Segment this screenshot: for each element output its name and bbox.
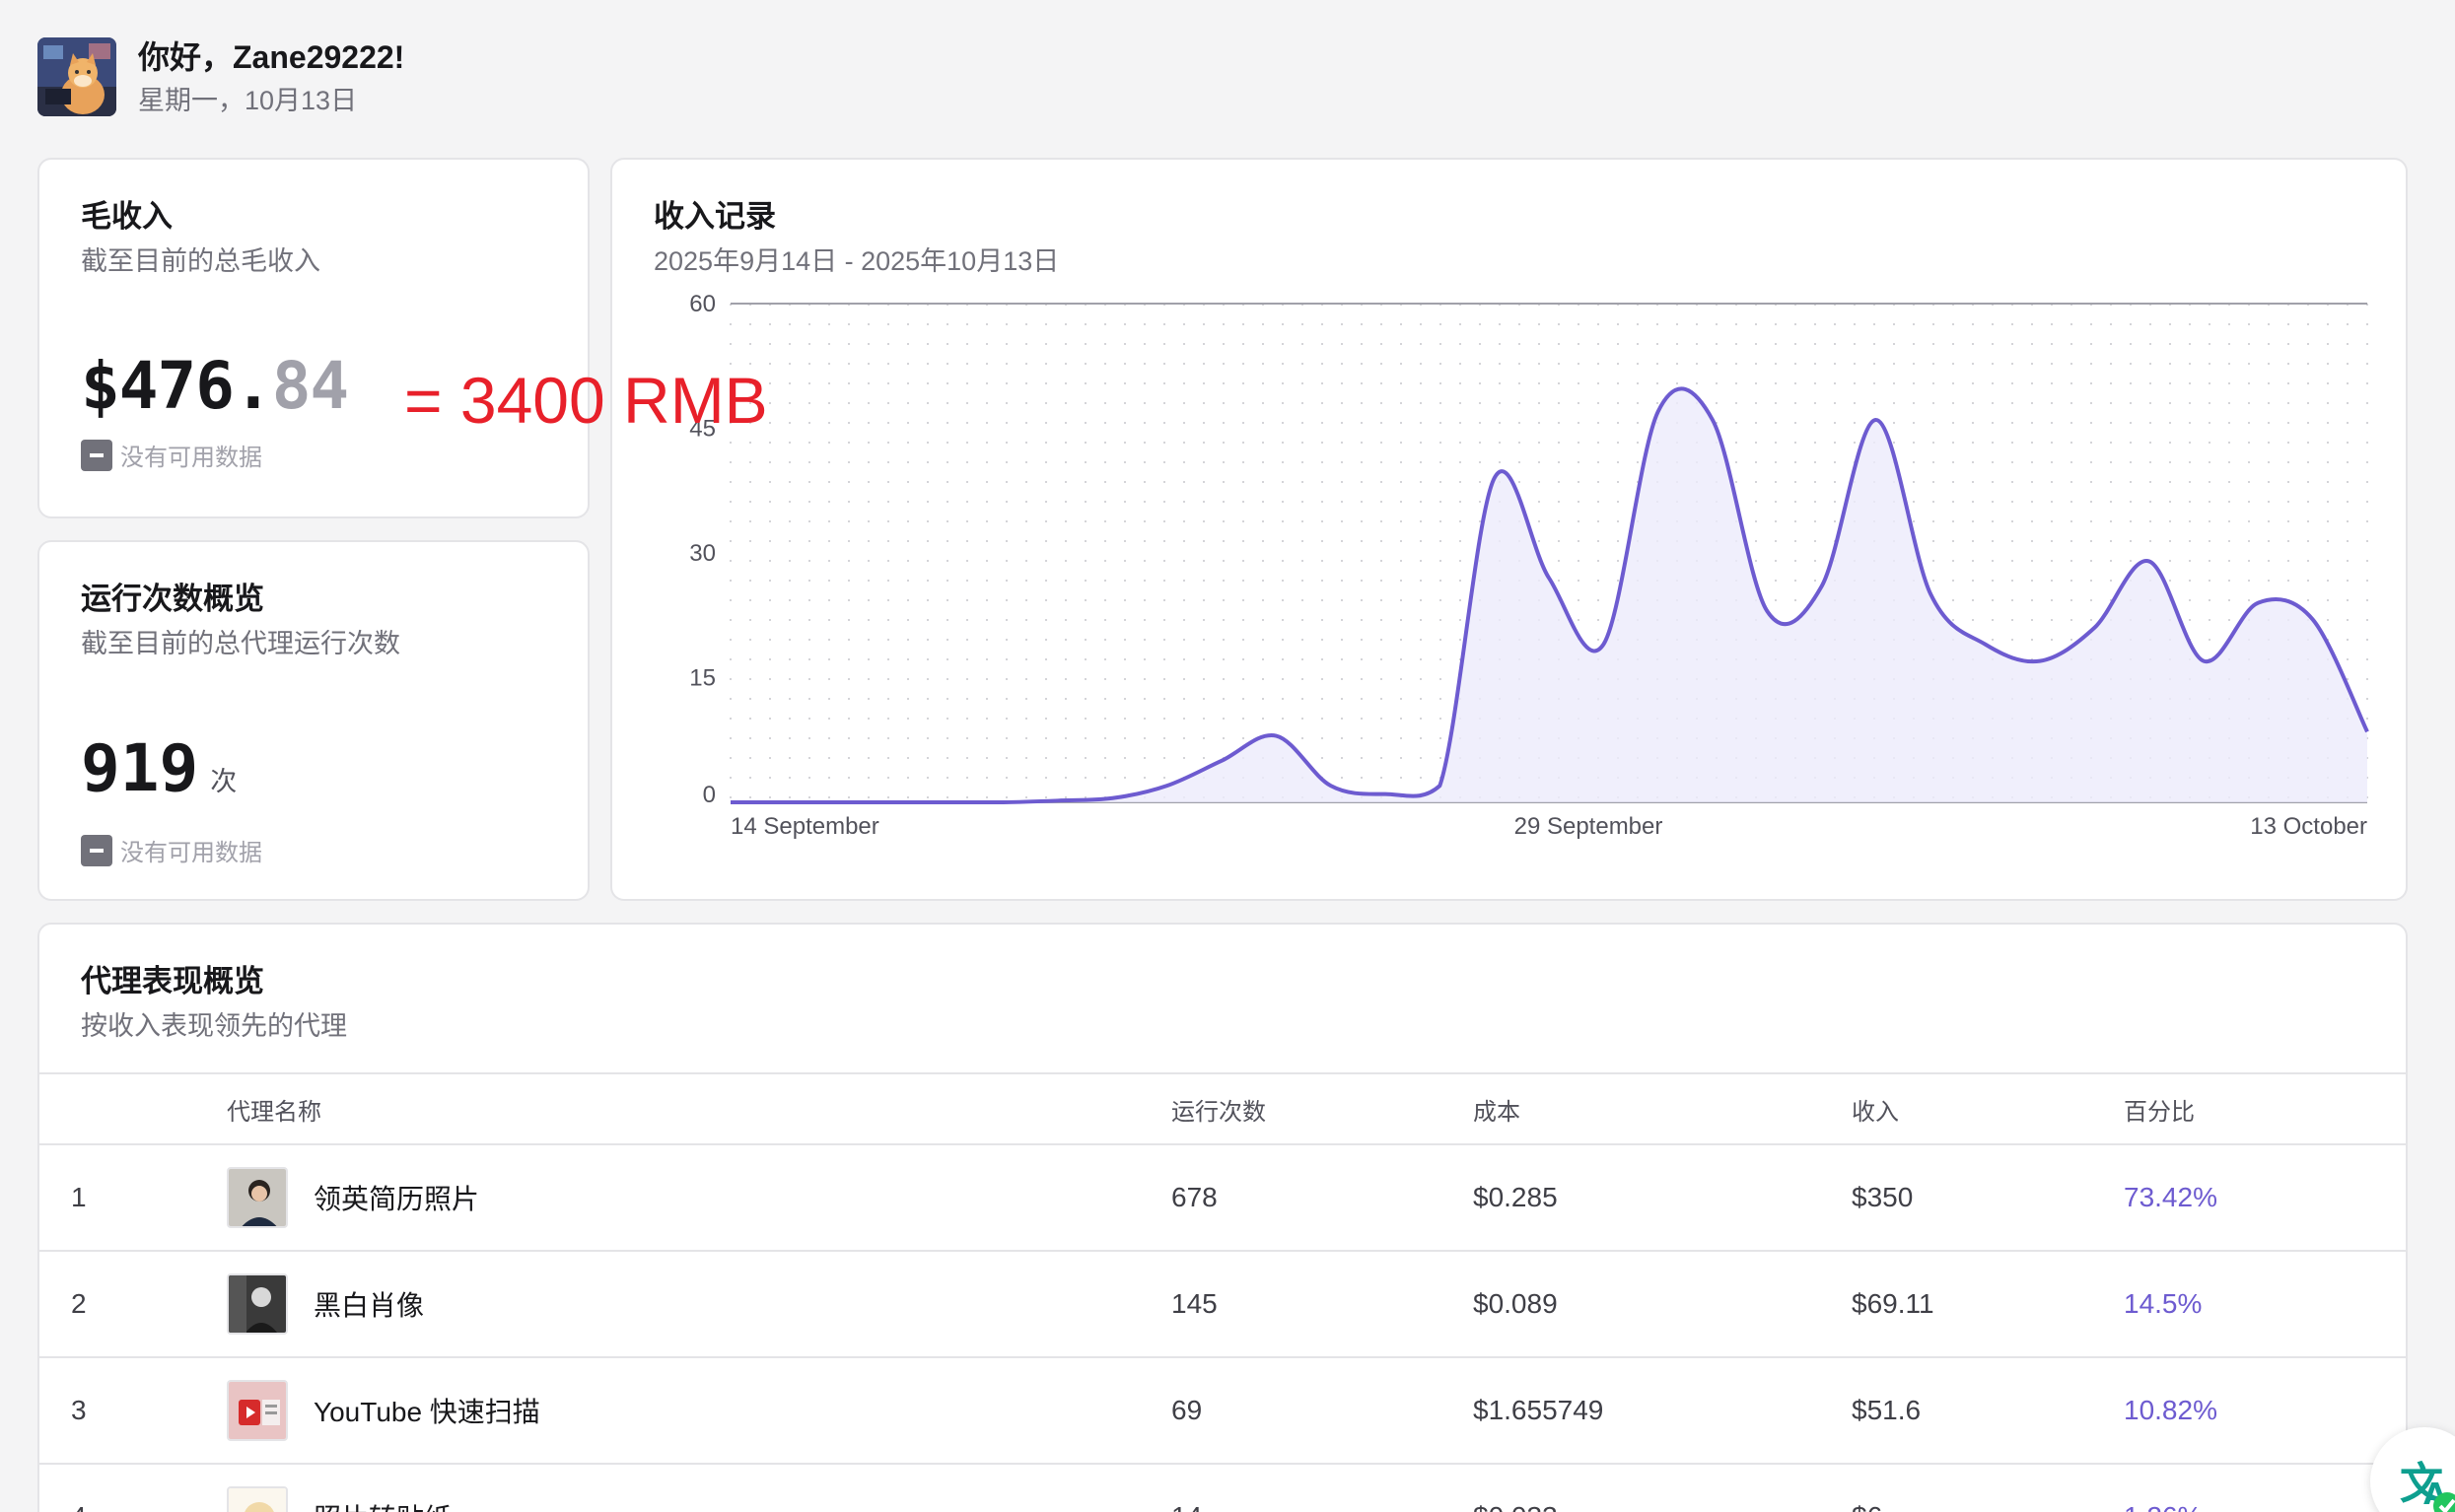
agent-revenue: $350 xyxy=(1852,1182,1914,1212)
portrait-thumb xyxy=(227,1167,288,1228)
bw-portrait-thumb xyxy=(227,1273,288,1335)
amount-cents: 84 xyxy=(271,348,349,424)
agent-runs: 14 xyxy=(1171,1501,1202,1512)
row-index: 2 xyxy=(71,1288,87,1319)
table-row[interactable]: 4 照片转贴纸 14 $0.033 $6 1.26% xyxy=(39,1465,2406,1512)
agent-revenue: $6 xyxy=(1852,1501,1882,1512)
table-header-row: 代理名称 运行次数 成本 收入 百分比 xyxy=(39,1074,2406,1145)
rmb-annotation: = 3400 RMB xyxy=(404,364,768,437)
agent-runs: 69 xyxy=(1171,1395,1203,1425)
runs-count-unit: 次 xyxy=(210,767,238,796)
amount-main: $476. xyxy=(81,348,273,424)
y-tick-label: 30 xyxy=(689,540,716,567)
income-area-fill xyxy=(731,388,2367,802)
agent-runs: 145 xyxy=(1171,1288,1218,1319)
column-header-runs[interactable]: 运行次数 xyxy=(1171,1092,1266,1127)
runs-subtitle: 截至目前的总代理运行次数 xyxy=(81,629,400,658)
income-chart[interactable]: 01530456014 September 29 September 13 Octo… xyxy=(612,160,2410,903)
table-row[interactable]: 2 黑白肖像 145 $0.089 $69.11 14.5% xyxy=(39,1252,2406,1358)
no-data-text: 没有可用数据 xyxy=(120,840,262,866)
agent-percent: 14.5% xyxy=(2124,1288,2203,1319)
gross-income-subtitle: 截至目前的总毛收入 xyxy=(81,246,320,276)
agent-revenue: $51.6 xyxy=(1852,1395,1922,1425)
agent-performance-title: 代理表现概览 xyxy=(81,964,264,998)
minus-square-icon xyxy=(81,834,112,866)
agent-performance-subtitle: 按收入表现领先的代理 xyxy=(81,1011,347,1041)
no-data-indicator: 没有可用数据 xyxy=(81,833,546,867)
y-tick-label: 0 xyxy=(703,782,716,808)
agent-performance-card: 代理表现概览 按收入表现领先的代理 代理名称 运行次数 成本 收入 百分比 1 … xyxy=(37,923,2408,1512)
table-row[interactable]: 3 YouTube 快速扫描 69 $1.655749 $51.6 10.82% xyxy=(39,1358,2406,1465)
no-data-text: 没有可用数据 xyxy=(120,445,262,471)
sticker-thumb xyxy=(227,1486,288,1512)
row-index: 4 xyxy=(71,1501,87,1512)
agent-name[interactable]: YouTube 快速扫描 xyxy=(314,1391,540,1430)
no-data-indicator: 没有可用数据 xyxy=(81,438,546,472)
gross-income-title: 毛收入 xyxy=(81,199,173,234)
minus-square-icon xyxy=(81,439,112,471)
agent-cost: $0.089 xyxy=(1473,1288,1558,1319)
agent-percent: 73.42% xyxy=(2124,1182,2217,1212)
runs-count-value: 919 xyxy=(81,730,199,806)
translate-icon: 文 A xyxy=(2400,1459,2455,1512)
agent-name[interactable]: 黑白肖像 xyxy=(314,1284,424,1324)
current-date: 星期一，10月13日 xyxy=(138,86,358,115)
runs-overview-card: 运行次数概览 截至目前的总代理运行次数 919 次 没有可用数据 xyxy=(37,540,590,901)
row-index: 3 xyxy=(71,1395,87,1425)
runs-title: 运行次数概览 xyxy=(81,582,264,616)
agent-percent: 1.26% xyxy=(2124,1501,2202,1512)
x-tick-label: 29 September xyxy=(1514,813,1663,840)
x-tick-label: 14 September xyxy=(731,813,879,840)
page-header: 你好，Zane29222! 星期一，10月13日 xyxy=(37,37,404,116)
agent-revenue: $69.11 xyxy=(1852,1288,1934,1319)
youtube-thumb xyxy=(227,1380,288,1441)
translate-button[interactable]: 文 A xyxy=(2370,1427,2455,1512)
agent-cost: $0.033 xyxy=(1473,1501,1558,1512)
table-row[interactable]: 1 领英简历照片 678 $0.285 $350 73.42% xyxy=(39,1145,2406,1252)
x-tick-label: 13 October xyxy=(2250,813,2367,840)
agent-cost: $1.655749 xyxy=(1473,1395,1604,1425)
agent-cost: $0.285 xyxy=(1473,1182,1558,1212)
agent-runs: 678 xyxy=(1171,1182,1218,1212)
avatar[interactable] xyxy=(37,37,116,116)
runs-count: 919 次 xyxy=(81,729,546,821)
gross-income-card: 毛收入 截至目前的总毛收入 $476.84 没有可用数据 xyxy=(37,158,590,518)
greeting-text: 你好，Zane29222! xyxy=(138,39,405,75)
income-history-card: 收入记录 2025年9月14日 - 2025年10月13日 0 15 30 45 60 1… xyxy=(610,158,2408,901)
agent-percent: 10.82% xyxy=(2124,1395,2217,1425)
agent-name[interactable]: 照片转贴纸 xyxy=(314,1497,452,1512)
row-index: 1 xyxy=(71,1182,87,1212)
y-tick-label: 60 xyxy=(689,291,716,317)
agent-name[interactable]: 领英简历照片 xyxy=(314,1178,479,1217)
column-header-percent[interactable]: 百分比 xyxy=(2124,1092,2195,1127)
agent-table: 代理名称 运行次数 成本 收入 百分比 1 领英简历照片 678 $0.285 … xyxy=(39,1074,2406,1512)
y-tick-label: 15 xyxy=(689,665,716,692)
column-header-name[interactable]: 代理名称 xyxy=(227,1092,321,1127)
column-header-cost[interactable]: 成本 xyxy=(1473,1092,1520,1127)
column-header-revenue[interactable]: 收入 xyxy=(1852,1092,1899,1127)
